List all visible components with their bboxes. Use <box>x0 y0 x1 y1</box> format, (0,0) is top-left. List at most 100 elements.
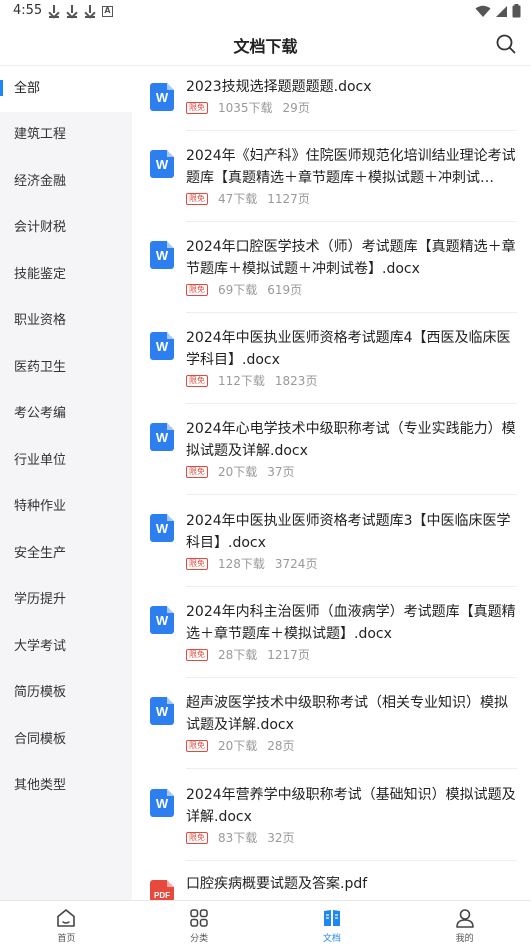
free-badge: 限免 <box>186 101 208 114</box>
word-file-icon: W <box>150 332 174 360</box>
sidebar-item-label: 行业单位 <box>14 453 67 468</box>
battery-icon <box>512 4 521 18</box>
document-title: 2024年口腔医学技术（师）考试题库【真题精选＋章节题库＋模拟试题＋冲刺试卷】.… <box>186 239 516 277</box>
document-title: 2024年中医执业医师资格考试题库4【西医及临床医学科目】.docx <box>186 330 511 368</box>
sidebar-item-contract[interactable]: 合同模板 <box>0 717 132 763</box>
free-badge: 限免 <box>186 283 208 296</box>
download-count: 47下载 <box>218 192 258 206</box>
document-item[interactable]: W 超声波医学技术中级职称考试（相关专业知识）模拟试题及详解.docx 限免 2… <box>132 678 531 769</box>
document-item[interactable]: W 2024年营养学中级职称考试（基础知识）模拟试题及详解.docx 限免 83… <box>132 769 531 861</box>
download-icon <box>48 4 60 18</box>
page-count: 1217页 <box>267 648 310 662</box>
download-count: 69下载 <box>218 283 258 297</box>
sidebar-item-all[interactable]: 全部 <box>0 66 132 112</box>
word-file-icon: W <box>150 514 174 542</box>
page-count: 32页 <box>267 831 295 845</box>
sidebar-item-construction[interactable]: 建筑工程 <box>0 112 132 158</box>
document-item[interactable]: W 2024年中医执业医师资格考试题库3【中医临床医学科目】.docx 限免 1… <box>132 495 531 587</box>
page-count: 619页 <box>267 283 303 297</box>
sidebar-item-university[interactable]: 大学考试 <box>0 624 132 670</box>
page-count: 37页 <box>267 465 295 479</box>
document-title: 超声波医学技术中级职称考试（相关专业知识）模拟试题及详解.docx <box>186 695 508 733</box>
word-file-icon: W <box>150 697 174 725</box>
download-count: 20下载 <box>218 739 258 753</box>
word-file-icon: W <box>150 150 174 178</box>
sidebar-item-label: 全部 <box>14 81 41 96</box>
sidebar-item-skills[interactable]: 技能鉴定 <box>0 252 132 298</box>
sidebar-item-special-ops[interactable]: 特种作业 <box>0 484 132 530</box>
document-item[interactable]: W 2024年内科主治医师（血液病学）考试题库【真题精选＋章节题库＋模拟试题】.… <box>132 587 531 678</box>
document-meta: 限免 128下载 3724页 <box>186 555 317 572</box>
sidebar-item-label: 职业资格 <box>14 313 67 328</box>
document-title: 口腔疾病概要试题及答案.pdf <box>186 876 368 892</box>
sidebar-item-education[interactable]: 学历提升 <box>0 577 132 623</box>
sidebar-item-label: 大学考试 <box>14 639 67 654</box>
sidebar-item-safety[interactable]: 安全生产 <box>0 531 132 577</box>
download-icon <box>66 4 78 18</box>
sidebar-item-label: 会计财税 <box>14 220 67 235</box>
document-title: 2024年心电学技术中级职称考试（专业实践能力）模拟试题及详解.docx <box>186 421 516 459</box>
sidebar-item-label: 医药卫生 <box>14 360 67 375</box>
sidebar-item-industry[interactable]: 行业单位 <box>0 438 132 484</box>
status-bar: 4:55 A <box>0 0 531 24</box>
sidebar-item-label: 简历模板 <box>14 685 67 700</box>
pdf-file-icon: PDF <box>150 880 174 900</box>
status-time: 4:55 <box>13 3 43 18</box>
grid-icon <box>190 909 208 927</box>
document-meta: 限免 1035下载 29页 <box>186 99 310 116</box>
search-button[interactable] <box>495 33 517 55</box>
free-badge: 限免 <box>186 557 208 570</box>
free-badge: 限免 <box>186 465 208 478</box>
sidebar-item-medical[interactable]: 医药卫生 <box>0 345 132 391</box>
nav-category[interactable]: 分类 <box>133 901 266 944</box>
download-count: 28下载 <box>218 648 258 662</box>
page-count: 29页 <box>282 101 310 115</box>
sidebar-item-label: 合同模板 <box>14 732 67 747</box>
nav-documents[interactable]: 文档 <box>266 901 399 944</box>
sidebar-item-label: 技能鉴定 <box>14 267 67 282</box>
document-title: 2023技规选择题题题题.docx <box>186 79 372 95</box>
document-item[interactable]: W 2024年心电学技术中级职称考试（专业实践能力）模拟试题及详解.docx 限… <box>132 404 531 495</box>
document-item[interactable]: W 2024年中医执业医师资格考试题库4【西医及临床医学科目】.docx 限免 … <box>132 313 531 404</box>
document-item[interactable]: PDF 口腔疾病概要试题及答案.pdf <box>132 861 531 900</box>
nav-profile[interactable]: 我的 <box>398 901 531 944</box>
free-badge: 限免 <box>186 192 208 205</box>
sidebar-item-civil-exam[interactable]: 考公考编 <box>0 391 132 437</box>
sidebar-item-resume[interactable]: 简历模板 <box>0 670 132 716</box>
nav-label: 首页 <box>57 934 76 944</box>
signal-icon <box>496 5 507 17</box>
download-count: 83下载 <box>218 831 258 845</box>
bottom-nav: 首页 分类 文档 我的 <box>0 900 531 944</box>
page-title: 文档下载 <box>233 37 298 56</box>
document-item[interactable]: W 2024年《妇产科》住院医师规范化培训结业理论考试题库【真题精选＋章节题库＋… <box>132 131 531 222</box>
sidebar-item-other[interactable]: 其他类型 <box>0 763 132 809</box>
sidebar-item-qualification[interactable]: 职业资格 <box>0 298 132 344</box>
documents-icon <box>323 910 340 926</box>
sidebar-item-accounting[interactable]: 会计财税 <box>0 205 132 251</box>
sidebar-item-label: 安全生产 <box>14 546 67 561</box>
nav-label: 文档 <box>322 934 341 944</box>
page-count: 28页 <box>267 739 295 753</box>
free-badge: 限免 <box>186 739 208 752</box>
home-icon <box>57 909 76 927</box>
document-meta: 限免 69下载 619页 <box>186 281 302 298</box>
page-count: 1823页 <box>274 374 318 388</box>
download-count: 20下载 <box>218 465 258 479</box>
free-badge: 限免 <box>186 374 208 387</box>
word-file-icon: W <box>150 789 174 817</box>
download-count: 1035下载 <box>218 101 273 115</box>
sidebar-item-label: 学历提升 <box>14 592 67 607</box>
sidebar-item-label: 特种作业 <box>14 499 67 514</box>
document-title: 2024年中医执业医师资格考试题库3【中医临床医学科目】.docx <box>186 513 511 551</box>
document-title: 2024年《妇产科》住院医师规范化培训结业理论考试题库【真题精选＋章节题库＋模拟… <box>186 148 516 186</box>
nav-home[interactable]: 首页 <box>0 901 133 944</box>
nav-label: 我的 <box>455 934 474 944</box>
document-item[interactable]: W 2023技规选择题题题题.docx 限免 1035下载 29页 <box>132 66 531 131</box>
word-file-icon: W <box>150 241 174 269</box>
notification-icons: A <box>48 4 113 18</box>
document-item[interactable]: W 2024年口腔医学技术（师）考试题库【真题精选＋章节题库＋模拟试题＋冲刺试卷… <box>132 222 531 313</box>
word-file-icon: W <box>150 423 174 451</box>
document-meta: 限免 112下载 1823页 <box>186 372 317 389</box>
document-title: 2024年内科主治医师（血液病学）考试题库【真题精选＋章节题库＋模拟试题】.do… <box>186 604 516 642</box>
sidebar-item-finance[interactable]: 经济金融 <box>0 159 132 205</box>
